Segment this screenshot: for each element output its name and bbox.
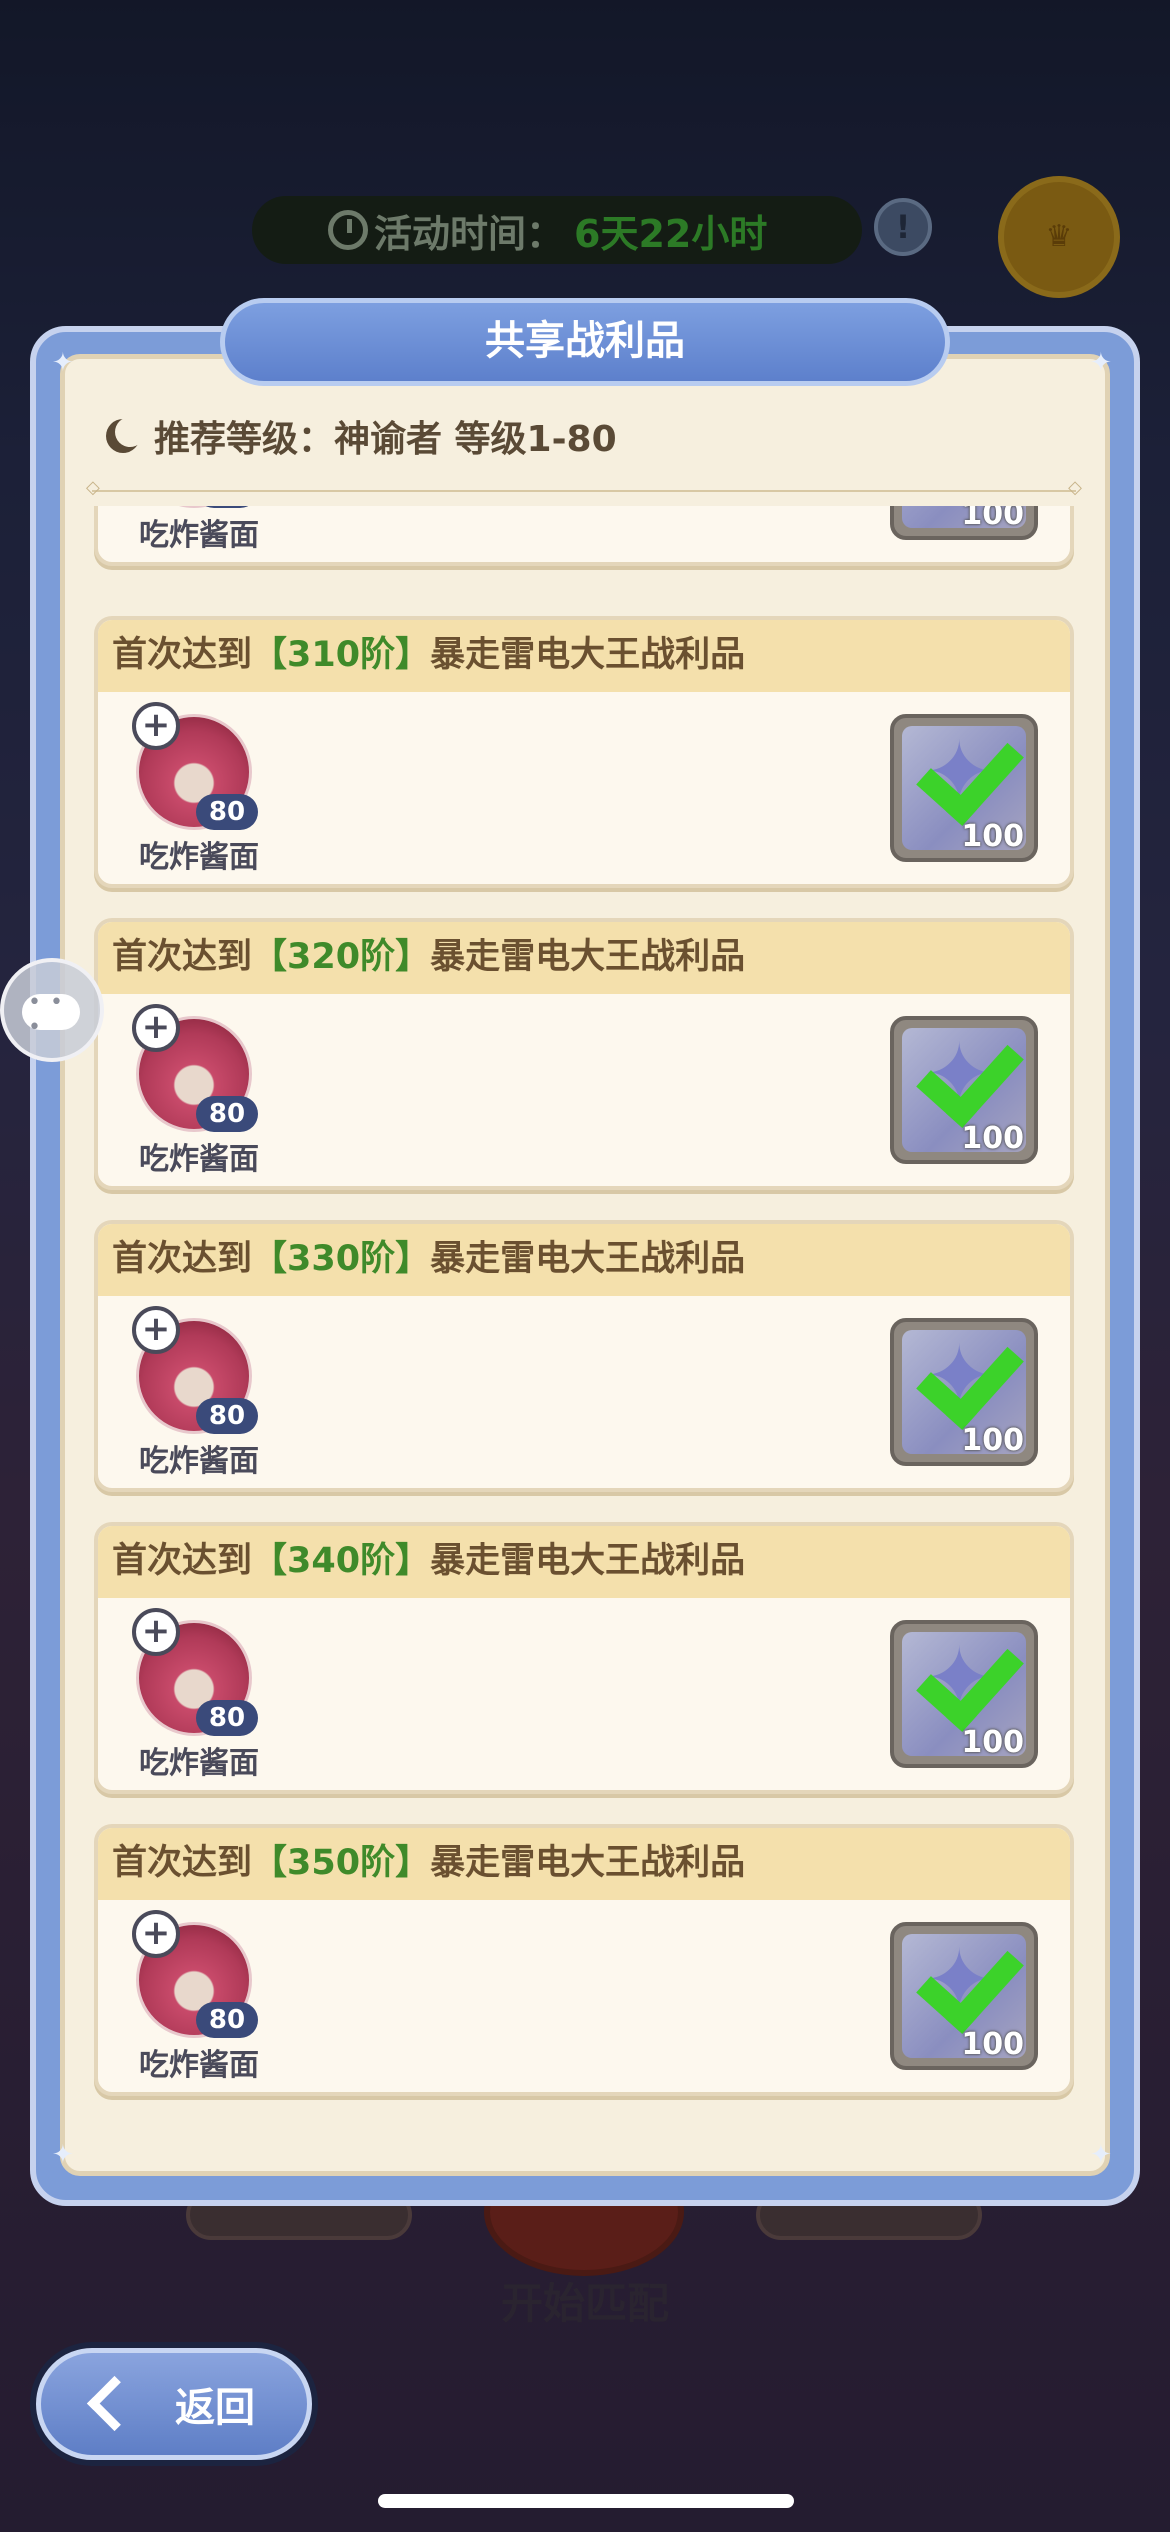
loot-card: 首次达到【320阶】暴走雷电大王战利品 + 80 吃炸酱面 ✦ 100 (94, 918, 1074, 1190)
loot-card: 首次达到【340阶】暴走雷电大王战利品 + 80 吃炸酱面 ✦ 100 (94, 1522, 1074, 1794)
card-prefix: 首次达到 (112, 635, 253, 675)
corner-star-icon: ✦ (1090, 348, 1112, 378)
back-button[interactable]: 返回 (36, 2348, 312, 2460)
reward-quantity: 100 (961, 819, 1024, 854)
divider (86, 477, 1082, 498)
player-name: 吃炸酱面 (139, 1142, 259, 1177)
reward-item[interactable]: ✦ 100 (890, 1318, 1038, 1466)
card-tier: 【320阶】 (252, 937, 431, 977)
card-suffix: 暴走雷电大王战利品 (430, 1541, 746, 1581)
player-name: 吃炸酱面 (139, 1444, 259, 1479)
loot-card: 首次达到【310阶】暴走雷电大王战利品 + 80 吃炸酱面 ✦ 100 (94, 616, 1074, 888)
card-suffix: 暴走雷电大王战利品 (430, 635, 746, 675)
corner-star-icon: ✦ (52, 348, 74, 378)
card-tier: 【350阶】 (252, 1843, 431, 1883)
reward-quantity: 100 (961, 1121, 1024, 1156)
clock-icon (328, 210, 368, 250)
loot-card-partial: + 80 吃炸酱面 ✦ 100 (94, 506, 1074, 566)
card-title: 首次达到【350阶】暴走雷电大王战利品 (98, 1828, 1070, 1900)
class-badge-icon: + (132, 1306, 180, 1354)
loot-card: 首次达到【330阶】暴走雷电大王战利品 + 80 吃炸酱面 ✦ 100 (94, 1220, 1074, 1492)
avatar: + 80 (132, 1004, 258, 1134)
class-badge-icon: + (132, 1910, 180, 1958)
card-tier: 【310阶】 (252, 635, 431, 675)
avatar: + 80 (132, 702, 258, 832)
level-badge: 80 (196, 1398, 258, 1434)
level-badge: 80 (196, 1096, 258, 1132)
card-title: 首次达到【340阶】暴走雷电大王战利品 (98, 1526, 1070, 1598)
info-icon[interactable]: ! (874, 198, 932, 256)
reward-item[interactable]: ✦ 100 (890, 714, 1038, 862)
loot-card: 首次达到【350阶】暴走雷电大王战利品 + 80 吃炸酱面 ✦ 100 (94, 1824, 1074, 2096)
home-indicator[interactable] (378, 2494, 794, 2508)
avatar: + 80 (132, 1910, 258, 2040)
card-title: 首次达到【320阶】暴走雷电大王战利品 (98, 922, 1070, 994)
recommended-level: 推荐等级：神谕者 等级1-80 (106, 410, 617, 462)
class-badge-icon: + (132, 1004, 180, 1052)
card-title: 首次达到【330阶】暴走雷电大王战利品 (98, 1224, 1070, 1296)
reward-item[interactable]: ✦ 100 (890, 1922, 1038, 2070)
card-suffix: 暴走雷电大王战利品 (430, 1843, 746, 1883)
player-name: 吃炸酱面 (139, 518, 259, 553)
reward-quantity: 100 (961, 506, 1024, 532)
corner-star-icon: ✦ (1090, 2140, 1112, 2170)
avatar: + 80 (132, 1608, 258, 1738)
start-match-label: 开始匹配 (500, 2279, 669, 2328)
reward-item[interactable]: ✦ 100 (890, 1016, 1038, 1164)
reward-quantity: 100 (961, 2027, 1024, 2062)
level-badge: 80 (196, 1700, 258, 1736)
level-badge: 80 (196, 794, 258, 830)
player-name: 吃炸酱面 (139, 1746, 259, 1781)
level-badge: 80 (196, 2002, 258, 2038)
card-prefix: 首次达到 (112, 1239, 253, 1279)
back-arrow-icon (83, 2376, 139, 2432)
reward-quantity: 100 (961, 1423, 1024, 1458)
player-name: 吃炸酱面 (139, 2048, 259, 2083)
card-title: 首次达到【310阶】暴走雷电大王战利品 (98, 620, 1070, 692)
timer-label: 活动时间： (374, 211, 565, 256)
panel-title: 共享战利品 (220, 298, 950, 386)
card-tier: 【330阶】 (252, 1239, 431, 1279)
loot-list[interactable]: + 80 吃炸酱面 ✦ 100 首次达到【310阶】暴走雷电大王战利品 + 80… (92, 506, 1078, 2104)
chat-bubble-icon[interactable] (0, 958, 104, 1062)
card-prefix: 首次达到 (112, 1541, 253, 1581)
back-button-label: 返回 (175, 2385, 255, 2431)
moon-icon (106, 417, 145, 453)
card-suffix: 暴走雷电大王战利品 (430, 1239, 746, 1279)
reward-item[interactable]: ✦ 100 (890, 1620, 1038, 1768)
timer-value: 6天22小时 (574, 211, 768, 256)
reward-item[interactable]: ✦ 100 (890, 506, 1038, 540)
recommended-level-text: 推荐等级：神谕者 等级1-80 (154, 419, 617, 460)
card-suffix: 暴走雷电大王战利品 (430, 937, 746, 977)
corner-star-icon: ✦ (52, 2140, 74, 2170)
class-badge-icon: + (132, 1608, 180, 1656)
class-badge-icon: + (132, 702, 180, 750)
card-prefix: 首次达到 (112, 937, 253, 977)
panel-title-text: 共享战利品 (485, 318, 685, 364)
activity-timer: 活动时间： 6天22小时 (252, 196, 862, 264)
player-name: 吃炸酱面 (139, 840, 259, 875)
rank-trophy-icon[interactable]: ♛ (998, 176, 1120, 298)
reward-quantity: 100 (961, 1725, 1024, 1760)
card-tier: 【340阶】 (252, 1541, 431, 1581)
avatar: + 80 (132, 1306, 258, 1436)
card-prefix: 首次达到 (112, 1843, 253, 1883)
